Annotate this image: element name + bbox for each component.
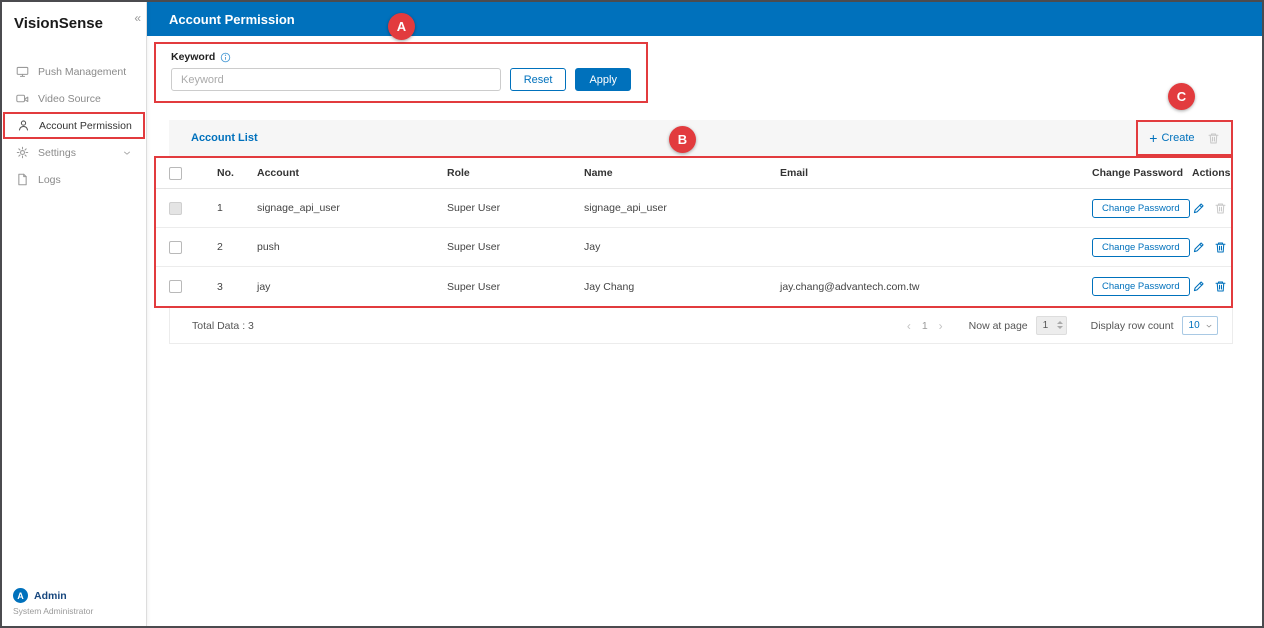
- column-header-account: Account: [257, 167, 299, 179]
- reset-button[interactable]: Reset: [509, 68, 567, 91]
- pagination: ‹ 1 ›: [907, 319, 943, 333]
- annotation-circle-b: B: [669, 126, 696, 153]
- cell-name: Jay Chang: [584, 280, 635, 293]
- annotation-box-c: + Create: [1136, 120, 1233, 156]
- edit-button[interactable]: [1192, 280, 1205, 293]
- account-list-footer: Total Data : 3 ‹ 1 › Now at page Display…: [169, 308, 1233, 344]
- row-checkbox[interactable]: [169, 240, 182, 254]
- row-count-value: 10: [1188, 320, 1200, 331]
- now-at-page-label: Now at page: [968, 319, 1028, 332]
- create-button-label: Create: [1161, 132, 1195, 144]
- cell-name: signage_api_user: [584, 202, 667, 214]
- sidebar-item-video-source[interactable]: Video Source: [2, 85, 146, 112]
- cell-no: 3: [217, 280, 223, 293]
- page-title: Account Permission: [169, 11, 295, 27]
- column-header-email: Email: [780, 167, 809, 179]
- cell-no: 2: [217, 241, 223, 253]
- total-data-label: Total Data : 3: [192, 319, 254, 332]
- sidebar-item-push-management[interactable]: Push Management: [2, 58, 146, 85]
- table-row: 2 push Super User Jay Change Password: [156, 228, 1231, 267]
- cell-account: push: [257, 241, 280, 253]
- sidebar-item-label: Account Permission: [39, 119, 132, 132]
- user-block: A Admin System Administrator: [13, 588, 93, 616]
- account-list-header: Account List + Create: [169, 120, 1233, 156]
- table-header-row: No. Account Role Name Email Change Passw…: [156, 158, 1231, 189]
- change-password-button[interactable]: Change Password: [1092, 198, 1190, 218]
- app-window: VisionSense « Push Management Video Sour…: [0, 0, 1264, 628]
- cell-role: Super User: [447, 280, 501, 293]
- sidebar-item-label: Push Management: [38, 65, 127, 78]
- main-area: Account Permission Keyword Reset Apply A…: [147, 2, 1262, 626]
- edit-button[interactable]: [1192, 241, 1205, 254]
- cell-role: Super User: [447, 202, 501, 214]
- cell-account: signage_api_user: [257, 202, 340, 214]
- column-header-role: Role: [447, 167, 470, 179]
- column-header-change-password: Change Password: [1092, 167, 1184, 179]
- keyword-input[interactable]: [171, 68, 501, 91]
- keyword-label: Keyword: [171, 51, 216, 63]
- user-icon: [17, 119, 30, 132]
- sidebar-item-settings[interactable]: Settings: [2, 139, 146, 166]
- gear-icon: [16, 146, 29, 159]
- row-checkbox[interactable]: [169, 201, 182, 215]
- sidebar-item-logs[interactable]: Logs: [2, 166, 146, 193]
- plus-icon: +: [1149, 130, 1158, 146]
- select-all-checkbox[interactable]: [169, 166, 182, 180]
- edit-button[interactable]: [1192, 202, 1205, 215]
- document-icon: [16, 173, 29, 186]
- sidebar-item-label: Settings: [38, 146, 76, 159]
- prev-page-icon[interactable]: ‹: [907, 319, 911, 333]
- sidebar-item-label: Logs: [38, 173, 61, 186]
- annotation-box-a: Keyword Reset Apply: [154, 42, 648, 103]
- page-header: Account Permission: [147, 2, 1262, 36]
- sidebar-item-account-permission[interactable]: Account Permission: [3, 112, 145, 139]
- annotation-circle-a: A: [388, 13, 415, 40]
- row-checkbox[interactable]: [169, 280, 182, 293]
- create-button[interactable]: + Create: [1149, 131, 1194, 145]
- page-spinner[interactable]: [1056, 321, 1063, 329]
- table-row: 1 signage_api_user Super User signage_ap…: [156, 189, 1231, 228]
- column-header-name: Name: [584, 167, 613, 179]
- cell-role: Super User: [447, 241, 501, 253]
- delete-button[interactable]: [1214, 202, 1227, 215]
- cell-account: jay: [257, 280, 271, 293]
- info-icon[interactable]: [220, 52, 231, 63]
- sidebar-item-label: Video Source: [38, 92, 101, 105]
- delete-button[interactable]: [1214, 241, 1227, 254]
- account-list-title: Account List: [191, 132, 258, 144]
- account-list-panel: Account List + Create No. Account Role N…: [154, 120, 1233, 344]
- change-password-button[interactable]: Change Password: [1092, 277, 1190, 296]
- chevron-down-icon: [122, 148, 132, 158]
- chevron-down-icon: [1206, 324, 1211, 327]
- row-count-select[interactable]: 10: [1181, 316, 1218, 335]
- delete-button[interactable]: [1214, 280, 1227, 293]
- page-input[interactable]: [1035, 316, 1067, 335]
- app-title: VisionSense: [14, 15, 103, 32]
- next-page-icon[interactable]: ›: [939, 319, 943, 333]
- cell-no: 1: [217, 202, 223, 214]
- display-row-count-label: Display row count: [1090, 319, 1174, 332]
- column-header-actions: Actions: [1192, 167, 1231, 179]
- bulk-delete-icon[interactable]: [1207, 132, 1220, 145]
- video-camera-icon: [16, 92, 29, 105]
- table-row: 3 jay Super User Jay Chang jay.chang@adv…: [156, 267, 1231, 306]
- apply-button[interactable]: Apply: [575, 68, 631, 91]
- sidebar: VisionSense « Push Management Video Sour…: [2, 2, 147, 626]
- change-password-button[interactable]: Change Password: [1092, 237, 1190, 257]
- annotation-box-b: No. Account Role Name Email Change Passw…: [154, 156, 1233, 308]
- avatar: A: [13, 588, 28, 603]
- user-name: Admin: [34, 589, 67, 602]
- column-header-no: No.: [217, 167, 234, 179]
- page-number[interactable]: 1: [922, 320, 928, 332]
- user-role: System Administrator: [13, 606, 94, 616]
- cell-name: Jay: [584, 241, 601, 253]
- collapse-sidebar-icon[interactable]: «: [134, 11, 141, 25]
- sidebar-menu: Push Management Video Source Account Per…: [2, 58, 146, 193]
- monitor-icon: [16, 65, 29, 78]
- cell-email: jay.chang@advantech.com.tw: [780, 280, 920, 293]
- annotation-circle-c: C: [1168, 83, 1195, 110]
